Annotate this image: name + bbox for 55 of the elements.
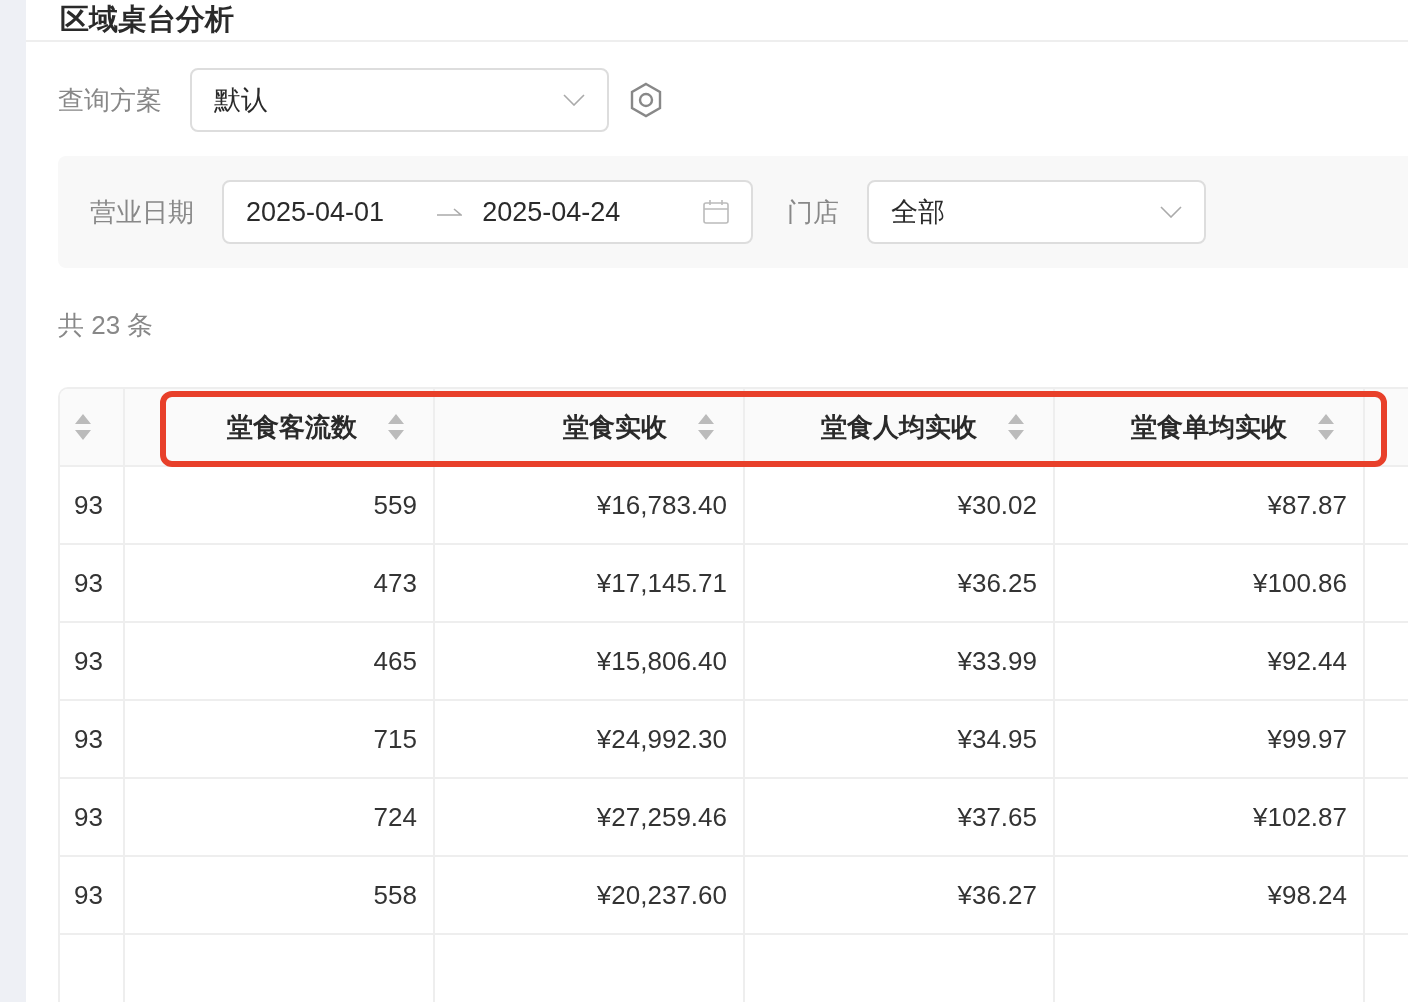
column-header[interactable]: 堂食实收: [435, 389, 745, 465]
table-cell: 93: [60, 545, 125, 621]
table-cell: 715: [125, 701, 435, 777]
table-cell: 559: [125, 467, 435, 543]
column-header[interactable]: 堂食人均实收: [745, 389, 1055, 465]
table-cell: ¥87.87: [1055, 467, 1365, 543]
table-cell: ¥27,259.46: [435, 779, 745, 855]
header-label: 堂食单均实收: [1131, 410, 1287, 444]
header-label: 堂食实收: [563, 410, 667, 444]
calendar-icon: [703, 200, 729, 224]
sort-icon: [74, 413, 92, 441]
field-label: 门店: [787, 195, 839, 229]
table-cell: ¥24,992.30: [435, 701, 745, 777]
sort-icon: [1007, 413, 1025, 441]
table-cell: ¥98.24: [1055, 857, 1365, 933]
header-label: 堂食人均实收: [821, 410, 977, 444]
table-cell: ¥92.44: [1055, 623, 1365, 699]
chevron-down-icon: [563, 94, 585, 106]
field-label: 查询方案: [58, 83, 162, 117]
sort-icon: [1317, 413, 1335, 441]
column-header[interactable]: 堂食单均实收: [1055, 389, 1365, 465]
table-cell: ¥37.65: [745, 779, 1055, 855]
settings-icon[interactable]: [629, 82, 663, 118]
table-cell: 465: [125, 623, 435, 699]
table-cell: ¥17,145.71: [435, 545, 745, 621]
sort-icon: [697, 413, 715, 441]
table-cell: 93: [60, 701, 125, 777]
chevron-down-icon: [1160, 206, 1182, 218]
table-cell: ¥100.86: [1055, 545, 1365, 621]
table-cell: ¥15,806.40: [435, 623, 745, 699]
page-title: 区域桌台分析: [26, 0, 1408, 42]
record-count: 共 23 条: [58, 309, 155, 342]
table-cell: 724: [125, 779, 435, 855]
sort-icon: [387, 413, 405, 441]
table-cell: 473: [125, 545, 435, 621]
field-label: 营业日期: [90, 195, 194, 229]
table-cell: ¥34.95: [745, 701, 1055, 777]
table-cell: 558: [125, 857, 435, 933]
table-cell: 93: [60, 857, 125, 933]
table-cell: 93: [60, 623, 125, 699]
table-cell: ¥36.25: [745, 545, 1055, 621]
date-range-field[interactable]: 2025-04-01 2025-04-24: [222, 180, 753, 244]
table-cell: ¥36.27: [745, 857, 1055, 933]
table-cell: 93: [60, 467, 125, 543]
table-cell: ¥99.97: [1055, 701, 1365, 777]
table-cell: ¥102.87: [1055, 779, 1365, 855]
header-label: 堂食客流数: [227, 410, 357, 444]
column-header[interactable]: 堂食客流数: [125, 389, 435, 465]
table-cell: ¥16,783.40: [435, 467, 745, 543]
table-cell: ¥30.02: [745, 467, 1055, 543]
table-cell: ¥20,237.60: [435, 857, 745, 933]
store-select[interactable]: 全部: [867, 180, 1206, 244]
table-cell: 93: [60, 779, 125, 855]
table-cell: ¥33.99: [745, 623, 1055, 699]
scheme-select[interactable]: 默认: [190, 68, 609, 132]
